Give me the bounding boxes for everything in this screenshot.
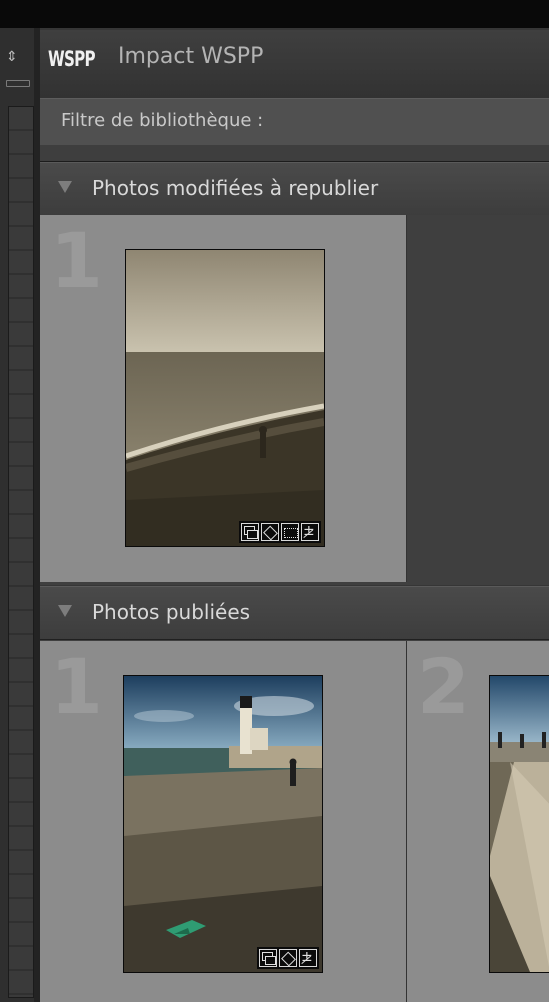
grid-cell[interactable]: 1 [40, 641, 407, 1002]
collection-icon[interactable] [241, 523, 259, 541]
thumbnail-badges [257, 947, 319, 969]
left-panel: ⇕ [0, 28, 40, 1002]
keyword-icon[interactable] [279, 949, 297, 967]
cell-index: 2 [417, 642, 470, 731]
title-bar [0, 0, 549, 28]
library-filter-label: Filtre de bibliothèque : [61, 110, 264, 131]
collection-icon[interactable] [259, 949, 277, 967]
service-header: WSPP Impact WSPP [40, 30, 549, 99]
section-title: Photos modifiées à republier [92, 176, 379, 200]
grid-cell[interactable]: 1 [40, 215, 407, 582]
edit-icon[interactable] [299, 949, 317, 967]
disclosure-triangle-icon[interactable] [58, 181, 72, 193]
empty-grid-area [407, 215, 549, 582]
collapse-bar-icon[interactable] [6, 80, 30, 87]
edit-icon[interactable] [301, 523, 319, 541]
photo-thumbnail[interactable] [489, 675, 549, 973]
library-filter-bar[interactable]: Filtre de bibliothèque : [40, 98, 549, 146]
left-panel-scroll-rail[interactable] [8, 106, 34, 998]
filter-spacer [40, 145, 549, 162]
section-header-modified-to-republish[interactable]: Photos modifiées à republier [40, 162, 549, 216]
cell-index: 1 [50, 642, 103, 731]
section-header-published[interactable]: Photos publiées [40, 586, 549, 640]
sort-arrows-icon[interactable]: ⇕ [6, 50, 18, 64]
grid-cell[interactable]: 2 [407, 641, 549, 1002]
wspp-logo: WSPP [48, 47, 96, 71]
thumbnail-badges [239, 521, 321, 543]
photo-thumbnail[interactable] [125, 249, 325, 547]
service-title: Impact WSPP [118, 44, 264, 69]
disclosure-triangle-icon[interactable] [58, 605, 72, 617]
publish-service-panel: WSPP Impact WSPP Filtre de bibliothèque … [40, 28, 549, 1002]
cell-index: 1 [50, 216, 103, 305]
section-title: Photos publiées [92, 600, 251, 624]
keyword-icon[interactable] [261, 523, 279, 541]
crop-icon[interactable] [281, 523, 299, 541]
photo-thumbnail[interactable] [123, 675, 323, 973]
